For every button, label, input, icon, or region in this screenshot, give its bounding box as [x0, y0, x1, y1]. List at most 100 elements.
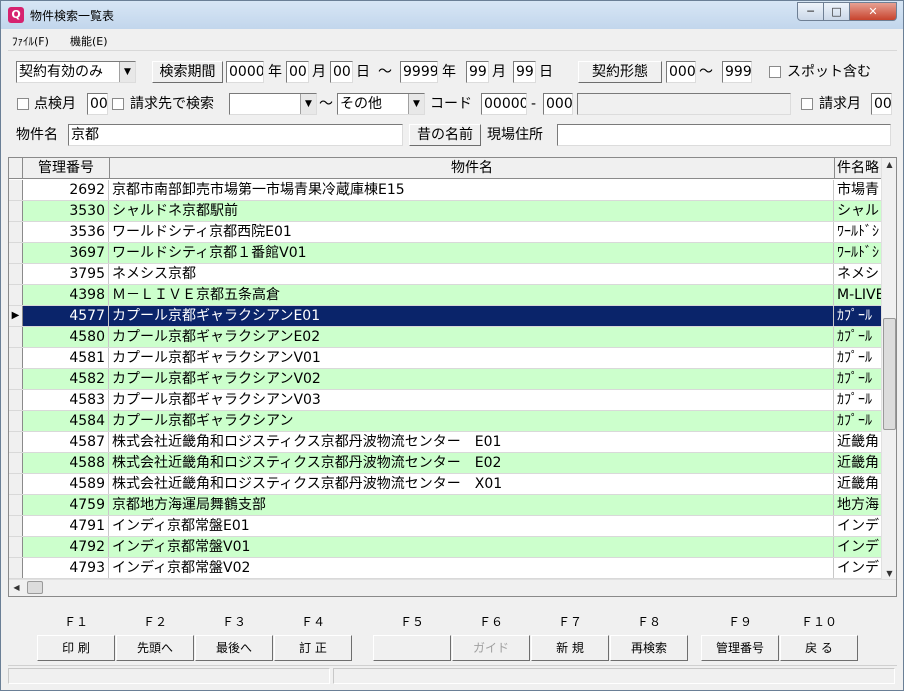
fkey-f4: Ｆ４ 訂 正 — [274, 613, 352, 661]
horizontal-scroll-thumb[interactable] — [27, 581, 43, 594]
table-row[interactable]: 2692 京都市南部卸売市場第一市場青果冷蔵庫棟E15 市場青 — [9, 180, 882, 201]
table-row[interactable]: 4583 カプール京都ギャラクシアンV03 ｶﾌﾟｰﾙ — [9, 390, 882, 411]
first-button[interactable]: 先頭へ — [116, 635, 194, 661]
site-address-input[interactable] — [557, 124, 891, 146]
table-row[interactable]: 4793 インディ京都常盤V02 インデ — [9, 558, 882, 579]
row-short: ネメシ — [837, 266, 879, 282]
billing-to-select[interactable]: その他 ▼ — [337, 93, 425, 115]
table-row[interactable]: 4582 カプール京都ギャラクシアンV02 ｶﾌﾟｰﾙ — [9, 369, 882, 390]
table-row[interactable]: 4759 京都地方海運局舞鶴支部 地方海 — [9, 495, 882, 516]
scroll-left-icon[interactable]: ◀ — [9, 583, 24, 592]
row-indicator — [9, 432, 23, 452]
row-name: シャルドネ京都駅前 — [110, 201, 834, 221]
billing-from-select[interactable]: ▼ — [229, 93, 317, 115]
table-row[interactable]: 4791 インディ京都常盤E01 インデ — [9, 516, 882, 537]
contract-type-tilde: ～ — [699, 64, 713, 80]
grid-header: 管理番号 物件名 件名略 — [9, 158, 882, 179]
header-short[interactable]: 件名略 — [835, 158, 882, 179]
back-button[interactable]: 戻 る — [780, 635, 858, 661]
row-number: 4588 — [23, 453, 109, 473]
table-row[interactable]: 3536 ワールドシティ京都西院E01 ﾜｰﾙﾄﾞｼ — [9, 222, 882, 243]
fkey-label: Ｆ１ — [63, 615, 88, 629]
period-to-month-input[interactable]: 99 — [466, 61, 489, 83]
table-row[interactable]: 3530 シャルドネ京都駅前 シャル — [9, 201, 882, 222]
f5-button[interactable] — [373, 635, 451, 661]
menu-file[interactable]: ﾌｧｲﾙ(F) — [12, 33, 49, 49]
billing-search-checkbox[interactable] — [112, 98, 124, 110]
title-bar[interactable]: Q 物件検索一覧表 ─ □ ✕ — [1, 1, 903, 29]
contract-type-to-input[interactable]: 999 — [722, 61, 752, 83]
contract-status-select[interactable]: 契約有効のみ ▼ — [16, 61, 136, 83]
spot-checkbox[interactable] — [769, 66, 781, 78]
table-row[interactable]: 4589 株式会社近畿角和ロジスティクス京都丹波物流センター X01 近畿角 — [9, 474, 882, 495]
new-button[interactable]: 新 規 — [531, 635, 609, 661]
research-button[interactable]: 再検索 — [610, 635, 688, 661]
vertical-scrollbar[interactable]: ▲ ▼ — [881, 158, 896, 580]
fkey-f8: Ｆ８ 再検索 — [610, 613, 688, 661]
edit-button[interactable]: 訂 正 — [274, 635, 352, 661]
period-from-year-input[interactable]: 0000 — [226, 61, 264, 83]
inspection-month-checkbox[interactable] — [17, 98, 29, 110]
maximize-button[interactable]: □ — [823, 2, 850, 21]
scroll-down-icon[interactable]: ▼ — [882, 569, 897, 578]
period-from-month-input[interactable]: 00 — [286, 61, 309, 83]
row-short: 近畿角 — [837, 434, 879, 450]
table-row[interactable]: 3795 ネメシス京都 ネメシ — [9, 264, 882, 285]
header-name[interactable]: 物件名 — [110, 158, 835, 179]
row-indicator — [9, 411, 23, 431]
fkey-label: Ｆ１０ — [800, 615, 837, 629]
old-name-button[interactable]: 昔の名前 — [409, 124, 481, 146]
table-row[interactable]: 4588 株式会社近畿角和ロジスティクス京都丹波物流センター E02 近畿角 — [9, 453, 882, 474]
period-to-day-input[interactable]: 99 — [513, 61, 536, 83]
row-name: ネメシス京都 — [110, 264, 834, 284]
contract-type-from-input[interactable]: 000 — [666, 61, 696, 83]
row-number: 4792 — [23, 537, 109, 557]
minimize-button[interactable]: ─ — [797, 2, 824, 21]
status-bar — [8, 665, 897, 685]
table-row[interactable]: 3697 ワールドシティ京都１番館V01 ﾜｰﾙﾄﾞｼ — [9, 243, 882, 264]
scroll-up-icon[interactable]: ▲ — [882, 160, 897, 169]
row-number: 2692 — [23, 180, 109, 200]
management-number-button[interactable]: 管理番号 — [701, 635, 779, 661]
row-indicator — [9, 516, 23, 536]
current-row-marker-icon: ▶ — [9, 306, 23, 326]
guide-button[interactable]: ガイド — [452, 635, 530, 661]
billing-month-checkbox[interactable] — [801, 98, 813, 110]
period-from-day-input[interactable]: 00 — [330, 61, 353, 83]
close-button[interactable]: ✕ — [849, 2, 897, 21]
print-button[interactable]: 印 刷 — [37, 635, 115, 661]
code-sub-input[interactable]: 000 — [543, 93, 573, 115]
horizontal-scrollbar[interactable]: ◀ — [9, 579, 896, 596]
search-period-label: 検索期間 — [152, 61, 223, 83]
status-pane-right — [333, 668, 895, 684]
row-name: カプール京都ギャラクシアンV01 — [110, 348, 834, 368]
row-short: 市場青 — [837, 182, 879, 198]
property-grid[interactable]: 管理番号 物件名 件名略 2692 京都市南部卸売市場第一市場青果冷蔵庫棟E15 市… — [8, 157, 897, 597]
table-row[interactable]: 4398 Ｍ－ＬＩＶＥ京都五条高倉 M-LIVE — [9, 285, 882, 306]
property-name-input[interactable]: 京都 — [68, 124, 403, 146]
table-row-selected[interactable]: ▶ 4577 カプール京都ギャラクシアンE01 ｶﾌﾟｰﾙ — [9, 306, 882, 327]
row-number: 4398 — [23, 285, 109, 305]
billing-month-input[interactable]: 00 — [871, 93, 892, 115]
row-name: 株式会社近畿角和ロジスティクス京都丹波物流センター X01 — [110, 474, 834, 494]
code-input[interactable]: 00000 — [481, 93, 527, 115]
vertical-scroll-thumb[interactable] — [883, 318, 896, 430]
row-number: 4793 — [23, 558, 109, 578]
table-row[interactable]: 4584 カプール京都ギャラクシアン ｶﾌﾟｰﾙ — [9, 411, 882, 432]
fkey-f3: Ｆ３ 最後へ — [195, 613, 273, 661]
period-to-year-input[interactable]: 9999 — [400, 61, 438, 83]
table-row[interactable]: 4587 株式会社近畿角和ロジスティクス京都丹波物流センター E01 近畿角 — [9, 432, 882, 453]
row-indicator — [9, 285, 23, 305]
fkey-f1: Ｆ１ 印 刷 — [37, 613, 115, 661]
dropdown-arrow-icon: ▼ — [119, 62, 135, 82]
row-short: インデ — [837, 518, 879, 534]
table-row[interactable]: 4581 カプール京都ギャラクシアンV01 ｶﾌﾟｰﾙ — [9, 348, 882, 369]
menu-function[interactable]: 機能(E) — [70, 33, 108, 49]
contract-type-label: 契約形態 — [578, 61, 662, 83]
billing-tilde: ～ — [319, 96, 333, 112]
table-row[interactable]: 4792 インディ京都常盤V01 インデ — [9, 537, 882, 558]
last-button[interactable]: 最後へ — [195, 635, 273, 661]
inspection-month-input[interactable]: 00 — [87, 93, 108, 115]
header-number[interactable]: 管理番号 — [23, 158, 110, 179]
table-row[interactable]: 4580 カプール京都ギャラクシアンE02 ｶﾌﾟｰﾙ — [9, 327, 882, 348]
